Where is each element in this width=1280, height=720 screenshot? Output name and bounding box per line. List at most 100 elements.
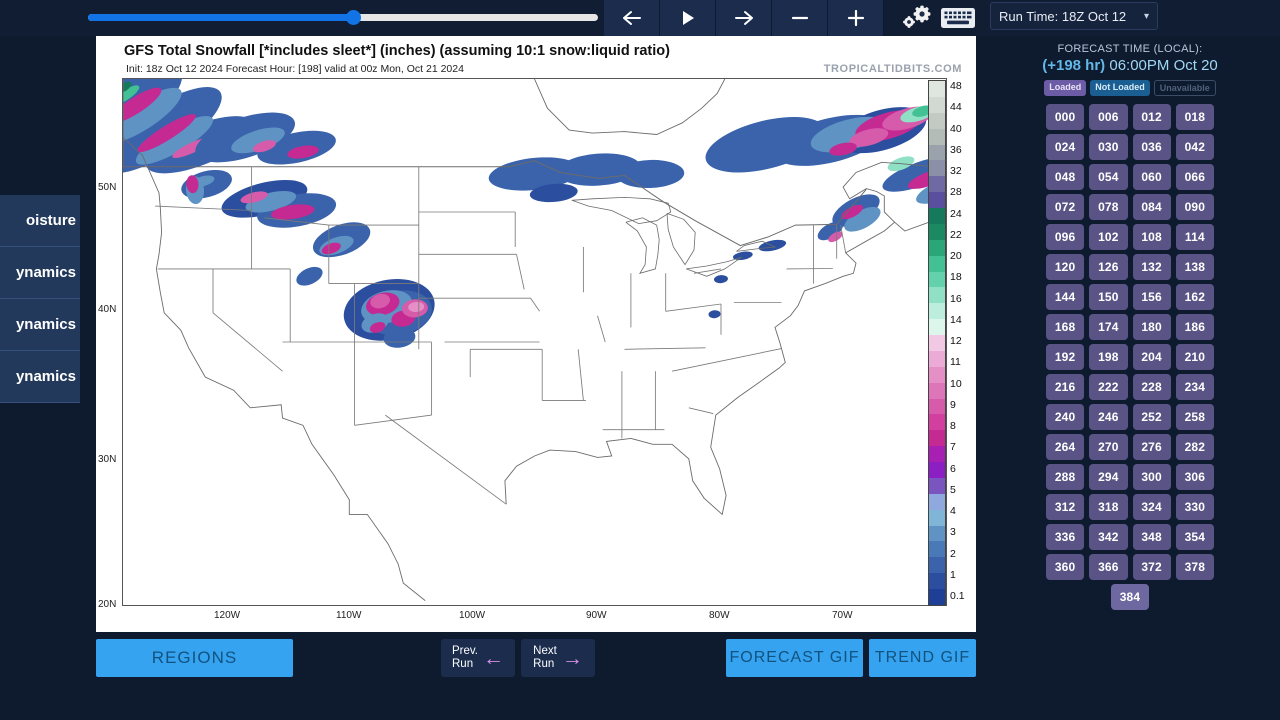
prev-run-button[interactable]: Prev. Run ←: [441, 639, 515, 677]
forecast-hour-button-324[interactable]: 324: [1132, 494, 1171, 520]
forecast-hour-button-186[interactable]: 186: [1175, 314, 1214, 340]
map-panel[interactable]: GFS Total Snowfall [*includes sleet*] (i…: [96, 36, 976, 632]
sidebar-item-dynamics-2[interactable]: ynamics: [0, 299, 80, 351]
regions-button[interactable]: REGIONS: [96, 639, 293, 677]
trend-gif-button[interactable]: TREND GIF: [869, 639, 976, 677]
forecast-hour-button-264[interactable]: 264: [1046, 434, 1085, 460]
forecast-hour-button-102[interactable]: 102: [1089, 224, 1128, 250]
forecast-hour-button-030[interactable]: 030: [1089, 134, 1128, 160]
sidebar-item-moisture[interactable]: oisture: [0, 195, 80, 247]
forecast-hour-button-060[interactable]: 060: [1132, 164, 1171, 190]
forecast-hour-button-330[interactable]: 330: [1175, 494, 1214, 520]
forecast-hour-button-306[interactable]: 306: [1175, 464, 1214, 490]
frame-slider[interactable]: [88, 8, 598, 28]
forecast-hour-button-336[interactable]: 336: [1046, 524, 1085, 550]
sidebar-item-dynamics-1[interactable]: ynamics: [0, 247, 80, 299]
forecast-hour-button-006[interactable]: 006: [1089, 104, 1128, 130]
forecast-hour-button-228[interactable]: 228: [1132, 374, 1171, 400]
forecast-hour-button-180[interactable]: 180: [1132, 314, 1171, 340]
colorbar-label-48: 48: [950, 80, 962, 92]
prev-frame-button[interactable]: [604, 0, 660, 36]
colorbar-band: [929, 239, 945, 256]
next-frame-button[interactable]: [716, 0, 772, 36]
settings-button[interactable]: [895, 0, 940, 36]
legend-loaded: Loaded: [1044, 80, 1087, 96]
forecast-hour-button-216[interactable]: 216: [1046, 374, 1085, 400]
forecast-hour-button-078[interactable]: 078: [1089, 194, 1128, 220]
forecast-hour-button-300[interactable]: 300: [1132, 464, 1171, 490]
forecast-hour-button-114[interactable]: 114: [1175, 224, 1214, 250]
colorbar-label-12: 12: [950, 335, 962, 347]
forecast-hour-button-108[interactable]: 108: [1132, 224, 1171, 250]
forecast-hour-button-294[interactable]: 294: [1089, 464, 1128, 490]
forecast-hour-button-120[interactable]: 120: [1046, 254, 1085, 280]
forecast-hour-button-366[interactable]: 366: [1089, 554, 1128, 580]
forecast-hour-button-240[interactable]: 240: [1046, 404, 1085, 430]
snowfall-map-plot[interactable]: [122, 78, 947, 606]
forecast-hour-button-036[interactable]: 036: [1132, 134, 1171, 160]
forecast-hour-button-234[interactable]: 234: [1175, 374, 1214, 400]
forecast-hour-button-342[interactable]: 342: [1089, 524, 1128, 550]
forecast-hour-button-348[interactable]: 348: [1132, 524, 1171, 550]
forecast-hour-button-246[interactable]: 246: [1089, 404, 1128, 430]
forecast-hour-button-360[interactable]: 360: [1046, 554, 1085, 580]
plus-icon: [847, 9, 864, 27]
forecast-hour-button-372[interactable]: 372: [1132, 554, 1171, 580]
forecast-hour-button-018[interactable]: 018: [1175, 104, 1214, 130]
forecast-hour-button-318[interactable]: 318: [1089, 494, 1128, 520]
snowfall-map-svg: [123, 79, 946, 605]
play-button[interactable]: [660, 0, 716, 36]
forecast-hour-button-312[interactable]: 312: [1046, 494, 1085, 520]
legend-unavailable: Unavailable: [1153, 80, 1216, 96]
forecast-hour-button-162[interactable]: 162: [1175, 284, 1214, 310]
forecast-gif-button[interactable]: FORECAST GIF: [726, 639, 863, 677]
forecast-hour-button-384[interactable]: 384: [1111, 584, 1149, 610]
colorbar-band: [929, 287, 945, 304]
forecast-hour-button-000[interactable]: 000: [1046, 104, 1085, 130]
forecast-hour-button-222[interactable]: 222: [1089, 374, 1128, 400]
colorbar-band: [929, 176, 945, 193]
zoom-out-button[interactable]: [772, 0, 828, 36]
frame-slider-thumb[interactable]: [346, 10, 362, 25]
run-time-select[interactable]: Run Time: 18Z Oct 12 ▾: [990, 2, 1158, 30]
forecast-hour-button-288[interactable]: 288: [1046, 464, 1085, 490]
forecast-hour-button-156[interactable]: 156: [1132, 284, 1171, 310]
forecast-hour-button-150[interactable]: 150: [1089, 284, 1128, 310]
lon-label-80w: 80W: [709, 610, 730, 621]
forecast-hour-button-138[interactable]: 138: [1175, 254, 1214, 280]
forecast-hour-button-168[interactable]: 168: [1046, 314, 1085, 340]
forecast-hour-button-096[interactable]: 096: [1046, 224, 1085, 250]
forecast-hour-button-126[interactable]: 126: [1089, 254, 1128, 280]
lon-label-70w: 70W: [832, 610, 853, 621]
colorbar-label-40: 40: [950, 122, 962, 135]
forecast-hour-button-198[interactable]: 198: [1089, 344, 1128, 370]
forecast-hour-button-378[interactable]: 378: [1175, 554, 1214, 580]
keyboard-button[interactable]: [935, 0, 980, 36]
forecast-hour-button-144[interactable]: 144: [1046, 284, 1085, 310]
forecast-hour-button-210[interactable]: 210: [1175, 344, 1214, 370]
forecast-hour-button-204[interactable]: 204: [1132, 344, 1171, 370]
forecast-hour-button-174[interactable]: 174: [1089, 314, 1128, 340]
forecast-hour-button-090[interactable]: 090: [1175, 194, 1214, 220]
forecast-hour-button-042[interactable]: 042: [1175, 134, 1214, 160]
forecast-hour-button-270[interactable]: 270: [1089, 434, 1128, 460]
next-run-button[interactable]: Next Run →: [521, 639, 595, 677]
colorbar-band: [929, 255, 945, 272]
forecast-hour-button-354[interactable]: 354: [1175, 524, 1214, 550]
forecast-hour-button-066[interactable]: 066: [1175, 164, 1214, 190]
forecast-hour-button-048[interactable]: 048: [1046, 164, 1085, 190]
sidebar-item-dynamics-3[interactable]: ynamics: [0, 351, 80, 403]
forecast-hour-button-258[interactable]: 258: [1175, 404, 1214, 430]
forecast-hour-button-252[interactable]: 252: [1132, 404, 1171, 430]
forecast-hour-button-276[interactable]: 276: [1132, 434, 1171, 460]
forecast-hour-button-072[interactable]: 072: [1046, 194, 1085, 220]
forecast-hour-button-024[interactable]: 024: [1046, 134, 1085, 160]
forecast-hour-button-054[interactable]: 054: [1089, 164, 1128, 190]
right-panel: FORECAST TIME (LOCAL): (+198 hr) 06:00PM…: [980, 36, 1280, 720]
forecast-hour-button-012[interactable]: 012: [1132, 104, 1171, 130]
forecast-hour-button-282[interactable]: 282: [1175, 434, 1214, 460]
forecast-hour-button-192[interactable]: 192: [1046, 344, 1085, 370]
forecast-hour-button-132[interactable]: 132: [1132, 254, 1171, 280]
zoom-in-button[interactable]: [828, 0, 884, 36]
forecast-hour-button-084[interactable]: 084: [1132, 194, 1171, 220]
